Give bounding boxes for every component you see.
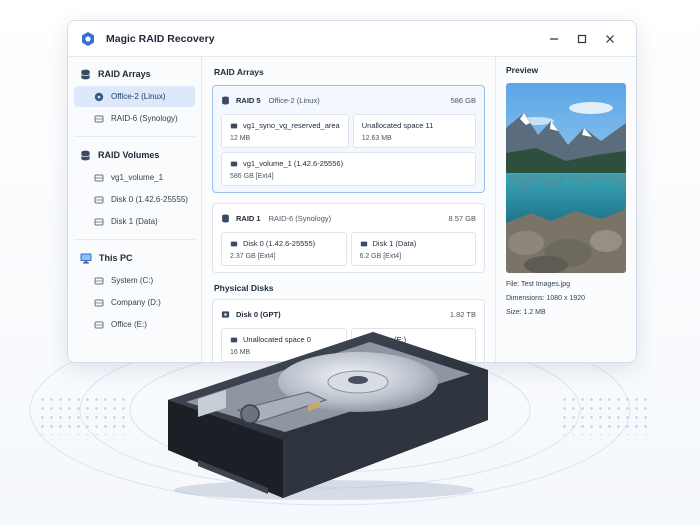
disk-size: 1.82 TB [449,309,476,319]
dot-pattern-left [38,395,128,435]
array-name: RAID-6 (Synology) [268,213,332,223]
sidebar-item-label: Disk 1 (Data) [111,217,158,226]
sidebar-section-this-pc[interactable]: This PC [68,247,201,269]
sidebar: RAID Arrays Office-2 (Linux) RAID-6 (Syn… [68,57,202,362]
physical-disks-title: Physical Disks [214,283,274,293]
database-icon [81,150,90,160]
sidebar-item-system-c[interactable]: System (C:) [74,270,195,291]
drive-icon [230,123,238,128]
main-panel: RAID Arrays RAID 5 Office-2 (Linux) 586 … [202,57,496,362]
volume-size: 6.2 GB [Ext4] [359,253,402,260]
database-icon [222,214,229,222]
disk-name: Disk 0 (GPT) [236,309,281,319]
maximize-button[interactable] [568,27,596,51]
volume-name: Disk 1 (Data) [372,239,417,248]
minimize-button[interactable] [540,27,568,51]
raid-level: RAID 1 [236,213,261,223]
volume-size: 2.37 GB [Ext4] [230,253,276,260]
drive-icon [94,218,104,225]
preview-title: Preview [506,65,539,75]
sidebar-item-label: Disk 0 (1.42.6-25555) [111,195,188,204]
app-title: Magic RAID Recovery [106,32,215,45]
sidebar-item-disk-1[interactable]: Disk 1 (Data) [74,211,195,232]
raid-level: RAID 5 [236,95,261,105]
close-icon [606,34,614,43]
section-title: RAID Volumes [98,150,160,160]
sidebar-item-vg1-volume[interactable]: vg1_volume_1 [74,167,195,188]
volume-name: vg1_syno_vg_reserved_area [243,121,340,130]
file-size: Size: 1.2 MB [506,309,546,316]
database-icon [222,96,229,104]
drive-icon [230,161,238,166]
sidebar-section-raid-volumes[interactable]: RAID Volumes [68,144,201,166]
sidebar-item-label: Office (E:) [111,320,147,329]
volume-tile[interactable]: vg1_volume_1 (1.42.6-25556) 586 GB [Ext4… [221,152,476,186]
mountain-lake-image [506,83,626,273]
sidebar-item-raid-6[interactable]: RAID-6 (Synology) [74,108,195,129]
disk-round-icon [94,92,104,101]
title-bar: Magic RAID Recovery [68,21,636,57]
card-header: Disk 0 (GPT) 1.82 TB [221,306,476,322]
hard-disk-icon [221,310,230,318]
sidebar-item-label: Company (D:) [111,298,161,307]
drive-icon [230,241,238,246]
volume-tile[interactable]: Unallocated space 11 12.63 MB [352,114,476,148]
sidebar-item-label: System (C:) [111,276,154,285]
volume-size: 586 GB [Ext4] [230,173,274,180]
array-size: 8.57 GB [448,213,476,223]
drive-icon [94,115,104,122]
card-header: RAID 1 RAID-6 (Synology) 8.57 GB [221,210,476,226]
sidebar-item-office-2[interactable]: Office-2 (Linux) [74,86,195,107]
divider [74,239,195,240]
image-dimensions: Dimensions: 1080 x 1920 [506,295,585,302]
raid-array-card-office-2[interactable]: RAID 5 Office-2 (Linux) 586 GB vg1_syno_… [212,85,485,193]
sidebar-item-disk-0[interactable]: Disk 0 (1.42.6-25555) [74,189,195,210]
volume-size: 12 MB [230,135,251,142]
volume-size: 12.63 MB [361,135,392,142]
raid-array-card-raid-6[interactable]: RAID 1 RAID-6 (Synology) 8.57 GB Disk 0 … [212,203,485,273]
sidebar-item-company-d[interactable]: Company (D:) [74,292,195,313]
array-name: Office-2 (Linux) [268,95,320,105]
app-window: Magic RAID Recovery RAID Arrays Office-2… [67,20,637,363]
volume-tile[interactable]: Disk 0 (1.42.6-25555) 2.37 GB [Ext4] [221,232,347,266]
sidebar-item-label: vg1_volume_1 [111,173,164,182]
app-logo-icon [82,31,94,46]
volume-tile[interactable]: Disk 1 (Data) 6.2 GB [Ext4] [350,232,476,266]
card-header: RAID 5 Office-2 (Linux) 586 GB [221,92,476,108]
array-size: 586 GB [450,95,476,105]
hard-drive-illustration [168,332,488,500]
maximize-icon [577,34,587,43]
drive-icon [94,196,104,203]
sidebar-item-label: RAID-6 (Synology) [111,114,178,123]
close-button[interactable] [596,27,624,51]
database-icon [81,69,90,79]
drive-icon [94,174,104,181]
drive-icon [94,299,104,306]
volume-name: Disk 0 (1.42.6-25555) [243,239,316,248]
sidebar-section-raid-arrays[interactable]: RAID Arrays [68,63,201,85]
volume-name: vg1_volume_1 (1.42.6-25556) [243,159,344,168]
drive-icon [360,241,367,246]
volume-tile[interactable]: vg1_syno_vg_reserved_area 12 MB [221,114,349,148]
monitor-icon [80,253,92,263]
drive-icon [94,277,104,284]
preview-panel: Preview File: Test Images.jpg Dimensions… [496,57,636,362]
main-title: RAID Arrays [214,67,264,77]
section-title: This PC [99,253,133,263]
section-title: RAID Arrays [98,69,151,79]
sidebar-item-label: Office-2 (Linux) [111,92,166,101]
preview-image[interactable] [506,83,626,273]
file-name: File: Test Images.jpg [506,281,571,288]
volume-name: Unallocated space 11 [361,121,434,130]
minimize-icon [550,37,558,40]
divider [74,136,195,137]
drive-icon [94,321,104,328]
dot-pattern-right [560,395,650,435]
